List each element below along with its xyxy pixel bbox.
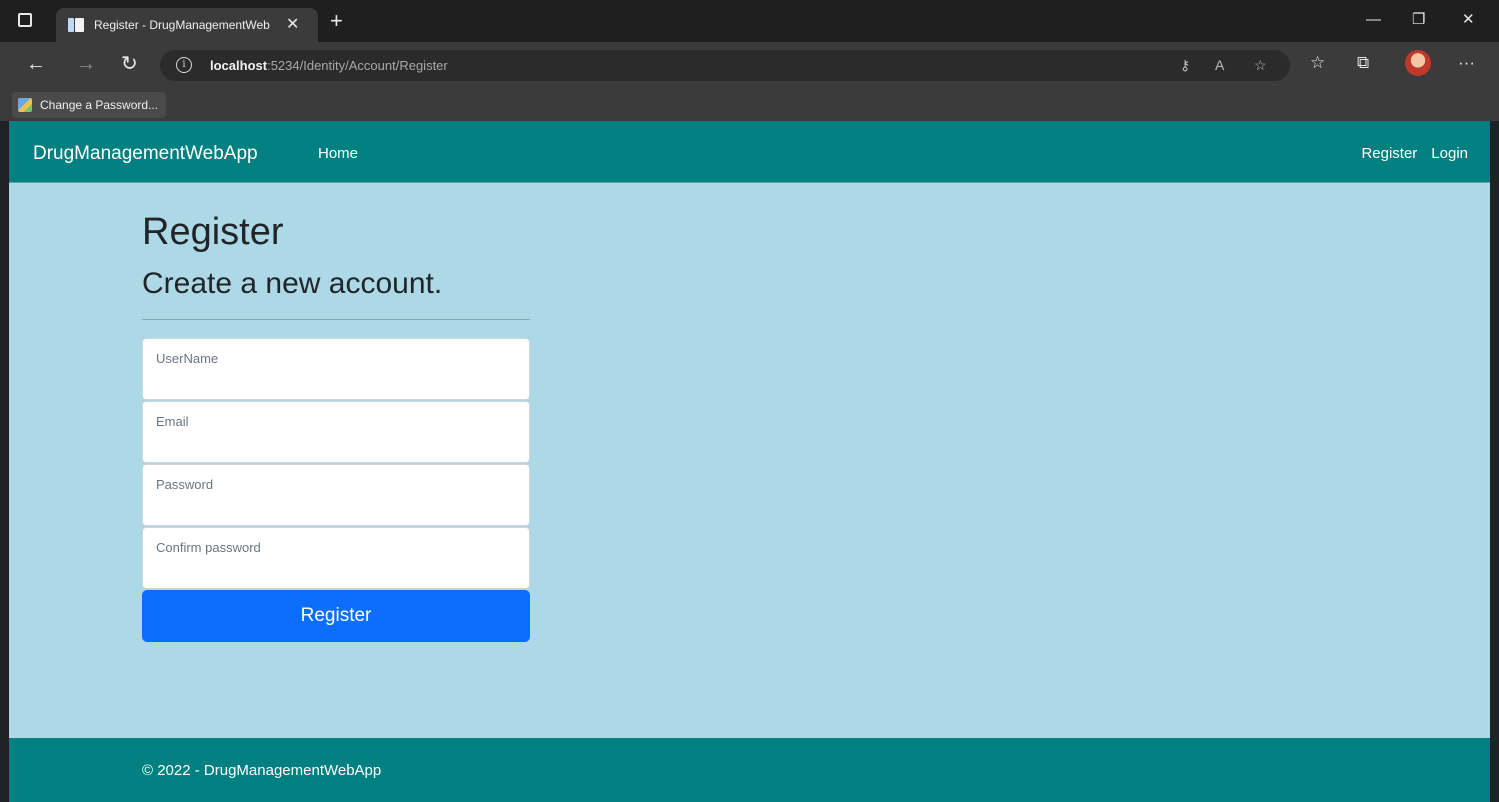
page-subtitle: Create a new account.: [142, 267, 443, 300]
email-input[interactable]: [155, 432, 515, 456]
page-viewport: DrugManagementWebApp Home Register Login…: [9, 121, 1490, 802]
more-options-icon[interactable]: ···: [1458, 54, 1475, 71]
username-field[interactable]: UserName: [142, 338, 530, 400]
minimize-icon[interactable]: —: [1366, 12, 1381, 27]
nav-link-register[interactable]: Register: [1361, 145, 1417, 162]
footer-copyright: © 2022 - DrugManagementWebApp: [142, 762, 382, 779]
site-navbar: DrugManagementWebApp Home Register Login: [9, 121, 1490, 183]
read-aloud-icon[interactable]: A: [1215, 57, 1224, 73]
tab-actions-icon[interactable]: [18, 13, 32, 27]
close-tab-icon[interactable]: ✕: [286, 17, 299, 33]
password-input[interactable]: [155, 495, 515, 519]
favorites-icon[interactable]: ☆: [1310, 54, 1325, 71]
nav-link-home[interactable]: Home: [318, 145, 358, 162]
favorite-label: Change a Password...: [40, 98, 159, 112]
favorite-change-password[interactable]: Change a Password...: [12, 92, 167, 118]
site-footer: © 2022 - DrugManagementWebApp: [9, 738, 1490, 802]
address-toolbar: ← → ↻ i localhost:5234/Identity/Account/…: [0, 42, 1499, 90]
nav-link-login[interactable]: Login: [1431, 145, 1468, 162]
browser-tab[interactable]: Register - DrugManagementWeb ✕: [56, 8, 318, 42]
back-icon[interactable]: ←: [26, 54, 46, 74]
password-label: Password: [156, 477, 214, 492]
navbar-brand[interactable]: DrugManagementWebApp: [33, 143, 258, 165]
favorites-bar: Change a Password...: [0, 90, 1499, 121]
restore-icon[interactable]: ❐: [1412, 12, 1425, 27]
new-tab-icon[interactable]: +: [330, 10, 343, 32]
username-input[interactable]: [155, 369, 515, 393]
confirm-password-label: Confirm password: [156, 540, 261, 555]
register-form: UserName Email Password Confirm password…: [142, 338, 530, 642]
collections-icon[interactable]: ⧉: [1357, 54, 1369, 71]
username-label: UserName: [156, 351, 219, 366]
page-title: Register: [142, 211, 284, 253]
favorite-site-icon: [18, 98, 32, 112]
tab-title: Register - DrugManagementWeb: [94, 18, 270, 32]
url-text[interactable]: localhost:5234/Identity/Account/Register: [210, 58, 448, 73]
address-bar[interactable]: i localhost:5234/Identity/Account/Regist…: [160, 50, 1290, 81]
site-info-icon[interactable]: i: [176, 57, 192, 73]
divider: [142, 319, 530, 320]
forward-icon[interactable]: →: [76, 54, 96, 74]
close-window-icon[interactable]: ✕: [1462, 12, 1475, 27]
email-field[interactable]: Email: [142, 401, 530, 463]
key-icon[interactable]: ⚷: [1180, 57, 1190, 74]
refresh-icon[interactable]: ↻: [121, 54, 138, 74]
confirm-password-input[interactable]: [155, 558, 515, 582]
nav-account-links: Register Login: [1361, 145, 1468, 162]
email-label: Email: [156, 414, 189, 429]
add-favorite-icon[interactable]: ☆: [1254, 57, 1267, 74]
register-button[interactable]: Register: [142, 590, 530, 642]
register-section: Register Create a new account. UserName …: [142, 209, 530, 642]
profile-avatar[interactable]: [1405, 50, 1431, 76]
confirm-password-field[interactable]: Confirm password: [142, 527, 530, 589]
browser-tab-bar: Register - DrugManagementWeb ✕ + — ❐ ✕: [0, 0, 1499, 42]
page-favicon-icon: [68, 17, 84, 33]
password-field[interactable]: Password: [142, 464, 530, 526]
